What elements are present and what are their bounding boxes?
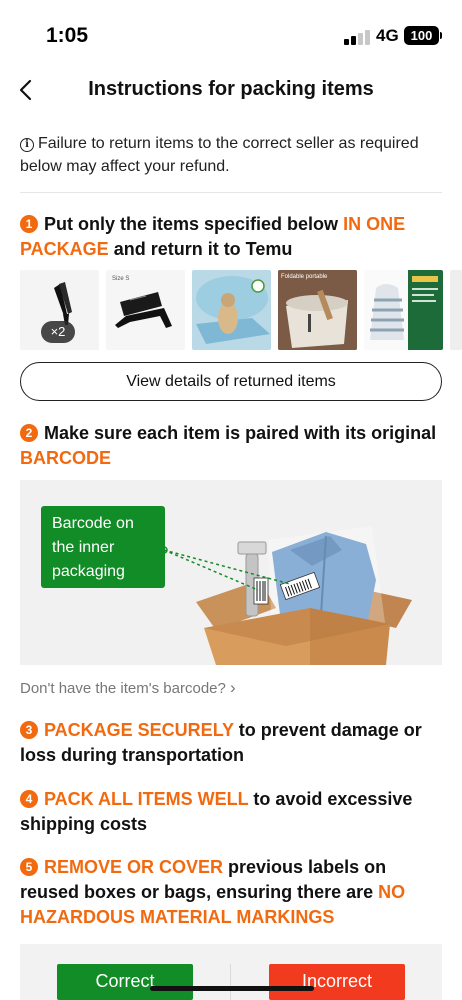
step-1: 1 Put only the items specified below IN O… [20, 212, 446, 262]
step-highlight: PACK ALL ITEMS WELL [44, 789, 249, 809]
battery-tip [440, 32, 442, 39]
step-number-badge: 1 [20, 215, 38, 233]
signal-icon [344, 29, 370, 45]
step-number-badge: 5 [20, 858, 38, 876]
step-highlight: PACKAGE SECURELY [44, 720, 234, 740]
network-type: 4G [376, 26, 399, 45]
status-time: 1:05 [46, 24, 89, 47]
step-number-badge: 2 [20, 424, 38, 442]
item-label: Size S [112, 276, 130, 282]
missing-barcode-label: Don't have the item's barcode? [20, 680, 226, 697]
step-5: 5 REMOVE OR COVER previous labels on reus… [20, 855, 446, 930]
step-4: 4 PACK ALL ITEMS WELL to avoid excessive … [20, 787, 446, 837]
missing-barcode-link[interactable]: Don't have the item's barcode? › [20, 678, 236, 698]
step-number-badge: 3 [20, 721, 38, 739]
item-thumbnail-tweezers[interactable]: ×2 [20, 270, 99, 350]
chevron-right-icon: › [230, 678, 236, 697]
packing-example-panel: Correct Incorrect [20, 944, 442, 1000]
step-text: Put only the items specified below [44, 214, 344, 234]
barcode-illustration: Barcode on the inner packaging [20, 480, 442, 665]
item-thumbnail-striped-bag[interactable] [364, 270, 443, 350]
view-details-button[interactable]: View details of returned items [20, 362, 442, 401]
item-label: Foldable portable [281, 274, 328, 280]
barcode-callout: Barcode on the inner packaging [41, 506, 165, 588]
step-text: Make sure each item is paired with its o… [44, 423, 437, 443]
callout-line: packaging [52, 563, 125, 580]
callout-line: Barcode on [52, 515, 134, 532]
step-highlight: REMOVE OR COVER [44, 857, 224, 877]
correct-tag: Correct [57, 964, 193, 1000]
status-bar: 1:05 4G 100 [0, 0, 462, 70]
step-2: 2 Make sure each item is paired with its … [20, 421, 446, 471]
divider [20, 192, 442, 193]
item-thumbnail-tablet-stand[interactable]: Size S [106, 270, 185, 350]
nav-bar: Instructions for packing items [0, 70, 462, 110]
divider [230, 964, 231, 1000]
quantity-badge: ×2 [41, 321, 75, 343]
home-indicator[interactable] [150, 986, 314, 991]
step-number-badge: 4 [20, 790, 38, 808]
step-text: and return it to Temu [108, 239, 293, 259]
step-highlight: BARCODE [20, 448, 112, 468]
item-thumbnail-cooling-mat[interactable] [192, 270, 271, 350]
refund-notice: i Failure to return items to the correct … [20, 132, 430, 178]
battery-icon: 100 [404, 26, 439, 45]
step-3: 3 PACKAGE SECURELY to prevent damage or l… [20, 718, 446, 768]
incorrect-tag: Incorrect [269, 964, 405, 1000]
returned-items-list[interactable]: ×2 Size S Foldable portable [20, 270, 462, 350]
item-thumbnail-more[interactable] [450, 270, 462, 350]
item-thumbnail-foldable-bucket[interactable]: Foldable portable [278, 270, 357, 350]
callout-line: the inner [52, 539, 115, 556]
info-icon: i [20, 138, 34, 152]
notice-text: Failure to return items to the correct s… [20, 135, 419, 175]
page-title: Instructions for packing items [88, 78, 374, 100]
